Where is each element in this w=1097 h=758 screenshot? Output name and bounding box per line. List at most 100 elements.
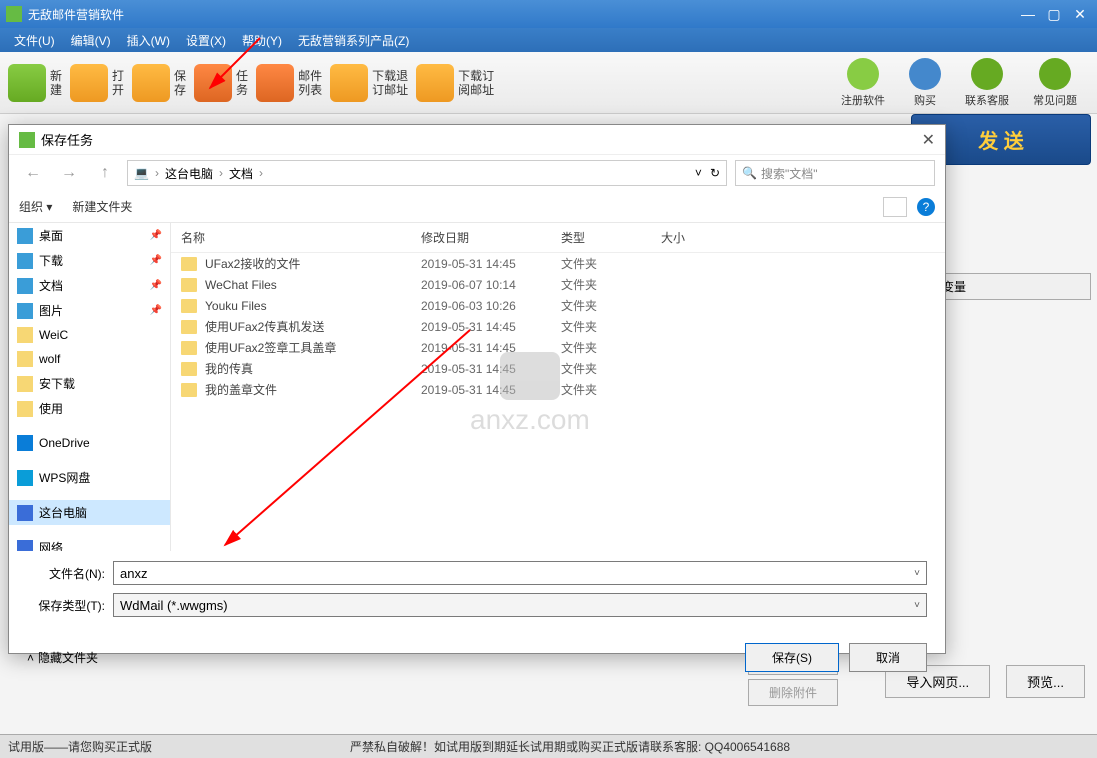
- sidebar-item-label: OneDrive: [39, 436, 90, 450]
- nav-forward-button[interactable]: →: [55, 159, 83, 187]
- sidebar-item-label: 网络: [39, 539, 63, 551]
- file-date: 2019-05-31 14:45: [421, 320, 561, 334]
- open-button[interactable]: 打开: [70, 64, 124, 102]
- menu-help[interactable]: 帮助(Y): [234, 32, 290, 49]
- file-row[interactable]: 使用UFax2签章工具盖章2019-05-31 14:45文件夹: [171, 337, 945, 358]
- folder-icon: [181, 362, 197, 376]
- save-button[interactable]: 保存: [132, 64, 186, 102]
- window-titlebar: 无敌邮件营销软件 — ▢ ✕: [0, 0, 1097, 28]
- contact-button[interactable]: 联系客服: [965, 58, 1009, 108]
- file-row[interactable]: WeChat Files2019-06-07 10:14文件夹: [171, 274, 945, 295]
- search-input[interactable]: 🔍 搜索"文档": [735, 160, 935, 186]
- sidebar-item-label: 使用: [39, 400, 63, 417]
- folder-icon: [181, 341, 197, 355]
- file-type: 文件夹: [561, 360, 661, 377]
- folder-icon: [17, 253, 33, 269]
- buy-button[interactable]: 购买: [909, 58, 941, 108]
- file-name: Youku Files: [205, 299, 267, 313]
- filetype-label: 保存类型(T):: [27, 597, 113, 614]
- new-button[interactable]: 新建: [8, 64, 62, 102]
- dialog-icon: [19, 132, 35, 148]
- file-date: 2019-06-07 10:14: [421, 278, 561, 292]
- maximize-button[interactable]: ▢: [1043, 5, 1065, 23]
- sidebar-item[interactable]: 图片📌: [9, 298, 170, 323]
- sidebar-item[interactable]: 下载 📌: [9, 248, 170, 273]
- mail-list-button[interactable]: 邮件列表: [256, 64, 322, 102]
- folder-icon: [17, 376, 33, 392]
- folder-icon: [181, 278, 197, 292]
- breadcrumb[interactable]: 💻 › 这台电脑 › 文档 › ˅ ↻: [127, 160, 727, 186]
- dialog-save-button[interactable]: 保存(S): [745, 643, 839, 672]
- menubar: 文件(U) 编辑(V) 插入(W) 设置(X) 帮助(Y) 无敌营销系列产品(Z…: [0, 28, 1097, 52]
- dialog-sidebar: 桌面 📌 下载 📌 文档📌图片📌WeiCwolf安下载使用 OneDrive WPS网盘这台…: [9, 223, 171, 551]
- preview-button[interactable]: 预览...: [1006, 665, 1085, 698]
- sidebar-item[interactable]: 网络: [9, 535, 170, 551]
- minimize-button[interactable]: —: [1017, 5, 1039, 23]
- dialog-cancel-button[interactable]: 取消: [849, 643, 927, 672]
- filename-dropdown-icon[interactable]: ˅: [914, 568, 920, 579]
- folder-icon: [181, 383, 197, 397]
- menu-insert[interactable]: 插入(W): [119, 32, 178, 49]
- folder-icon: [17, 351, 33, 367]
- file-date: 2019-05-31 14:45: [421, 257, 561, 271]
- file-list-header: 名称 修改日期 类型 大小: [171, 223, 945, 253]
- breadcrumb-dropdown-icon[interactable]: ˅: [695, 166, 702, 180]
- sidebar-item-label: 桌面: [39, 227, 63, 244]
- sidebar-item[interactable]: WPS网盘: [9, 465, 170, 490]
- sidebar-item[interactable]: WeiC: [9, 323, 170, 347]
- pin-icon: 📌: [150, 255, 162, 266]
- file-name: 我的盖章文件: [205, 381, 277, 398]
- help-icon[interactable]: ?: [917, 198, 935, 216]
- file-row[interactable]: 我的传真2019-05-31 14:45文件夹: [171, 358, 945, 379]
- close-button[interactable]: ✕: [1069, 5, 1091, 23]
- variable-button[interactable]: 变量: [931, 273, 1091, 300]
- download-sub-button[interactable]: 下载订阅邮址: [416, 64, 494, 102]
- pin-icon: 📌: [150, 230, 162, 241]
- sidebar-item[interactable]: 安下载: [9, 371, 170, 396]
- sidebar-item[interactable]: 文档📌: [9, 273, 170, 298]
- download-unsub-button[interactable]: 下载退订邮址: [330, 64, 408, 102]
- file-row[interactable]: UFax2接收的文件2019-05-31 14:45文件夹: [171, 253, 945, 274]
- menu-settings[interactable]: 设置(X): [178, 32, 234, 49]
- file-name: 使用UFax2签章工具盖章: [205, 339, 336, 356]
- sidebar-item[interactable]: OneDrive: [9, 431, 170, 455]
- faq-button[interactable]: 常见问题: [1033, 58, 1077, 108]
- folder-icon: [181, 299, 197, 313]
- file-name: WeChat Files: [205, 278, 277, 292]
- folder-icon: [17, 505, 33, 521]
- task-button[interactable]: 任务: [194, 64, 248, 102]
- file-row[interactable]: 使用UFax2传真机发送2019-05-31 14:45文件夹: [171, 316, 945, 337]
- sidebar-item-label: WPS网盘: [39, 469, 90, 486]
- file-name: 我的传真: [205, 360, 253, 377]
- sidebar-item-label: 下载: [39, 252, 63, 269]
- sidebar-item[interactable]: 这台电脑: [9, 500, 170, 525]
- sidebar-item[interactable]: 使用: [9, 396, 170, 421]
- menu-products[interactable]: 无敌营销系列产品(Z): [290, 32, 417, 49]
- register-button[interactable]: 注册软件: [841, 58, 885, 108]
- sidebar-item-label: 这台电脑: [39, 504, 87, 521]
- search-icon: 🔍: [742, 166, 757, 180]
- organize-button[interactable]: 组织 ▾: [19, 198, 52, 215]
- sidebar-item[interactable]: wolf: [9, 347, 170, 371]
- dialog-close-button[interactable]: ✕: [922, 130, 935, 150]
- filetype-dropdown-icon[interactable]: ˅: [914, 600, 920, 611]
- sidebar-item-label: 文档: [39, 277, 63, 294]
- status-center: 严禁私自破解！如试用版到期延长试用期或购买正式版请联系客服: QQ4006541…: [350, 738, 790, 755]
- save-dialog: 保存任务 ✕ ← → ↑ 💻 › 这台电脑 › 文档 › ˅ ↻ 🔍 搜索"文档…: [8, 124, 946, 654]
- filename-input[interactable]: ˅: [113, 561, 927, 585]
- sidebar-item[interactable]: 桌面 📌: [9, 223, 170, 248]
- nav-up-button[interactable]: ↑: [91, 159, 119, 187]
- file-row[interactable]: 我的盖章文件2019-05-31 14:45文件夹: [171, 379, 945, 400]
- refresh-icon[interactable]: ↻: [710, 166, 720, 180]
- menu-edit[interactable]: 编辑(V): [63, 32, 119, 49]
- delete-attachment-button[interactable]: 删除附件: [748, 679, 838, 706]
- file-name: UFax2接收的文件: [205, 255, 300, 272]
- hide-folders-toggle[interactable]: ˄ 隐藏文件夹: [27, 649, 98, 666]
- view-button[interactable]: [883, 197, 907, 217]
- statusbar: 试用版——请您购买正式版 严禁私自破解！如试用版到期延长试用期或购买正式版请联系…: [0, 734, 1097, 758]
- menu-file[interactable]: 文件(U): [6, 32, 63, 49]
- filetype-select[interactable]: WdMail (*.wwgms) ˅: [113, 593, 927, 617]
- new-folder-button[interactable]: 新建文件夹: [72, 198, 132, 215]
- file-row[interactable]: Youku Files2019-06-03 10:26文件夹: [171, 295, 945, 316]
- nav-back-button[interactable]: ←: [19, 159, 47, 187]
